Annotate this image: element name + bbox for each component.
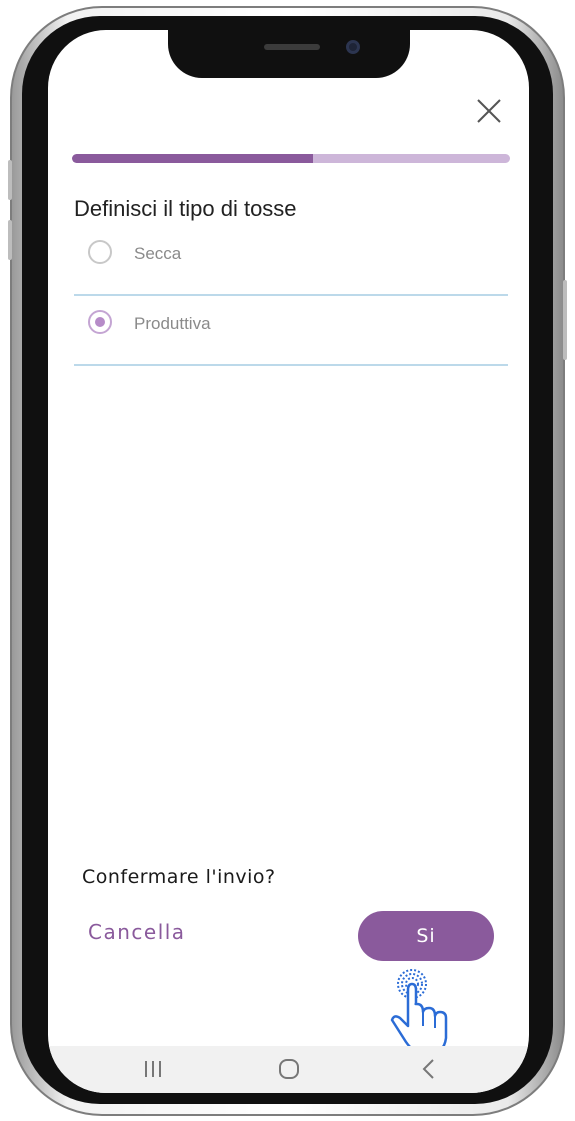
phone-side-button xyxy=(8,160,12,200)
recents-icon xyxy=(145,1061,161,1077)
speaker-grille xyxy=(264,44,320,50)
home-icon xyxy=(279,1059,299,1079)
phone-side-button xyxy=(563,280,567,360)
option-label: Produttiva xyxy=(134,314,211,333)
nav-back-button[interactable] xyxy=(414,1056,444,1082)
close-icon xyxy=(477,99,501,123)
question-title: Definisci il tipo di tosse xyxy=(74,196,297,221)
phone-screen: 12:54 .ıl 79% Definisci il tipo di tosse… xyxy=(48,30,529,1093)
status-battery: .ıl 79% xyxy=(463,46,503,61)
survey-progress-bar xyxy=(72,154,510,163)
nav-recents-button[interactable] xyxy=(138,1056,168,1082)
survey-progress-fill xyxy=(72,154,313,163)
confirm-button[interactable]: Si xyxy=(358,911,494,961)
confirm-prompt: Confermare l'invio? xyxy=(82,866,276,888)
phone-side-button xyxy=(8,220,12,260)
option-label: Secca xyxy=(134,244,182,263)
close-button[interactable] xyxy=(472,94,506,128)
cancel-button[interactable]: Cancella xyxy=(88,920,186,944)
back-icon xyxy=(422,1059,434,1079)
nav-home-button[interactable] xyxy=(274,1056,304,1082)
system-navigation-bar xyxy=(48,1046,529,1093)
status-time: 12:54 xyxy=(76,46,109,61)
option-produttiva[interactable]: Produttiva xyxy=(74,296,508,366)
radio-button[interactable] xyxy=(88,240,112,264)
option-secca[interactable]: Secca xyxy=(74,226,508,296)
radio-button-selected[interactable] xyxy=(88,310,112,334)
camera-icon xyxy=(346,40,360,54)
notch xyxy=(168,30,410,78)
